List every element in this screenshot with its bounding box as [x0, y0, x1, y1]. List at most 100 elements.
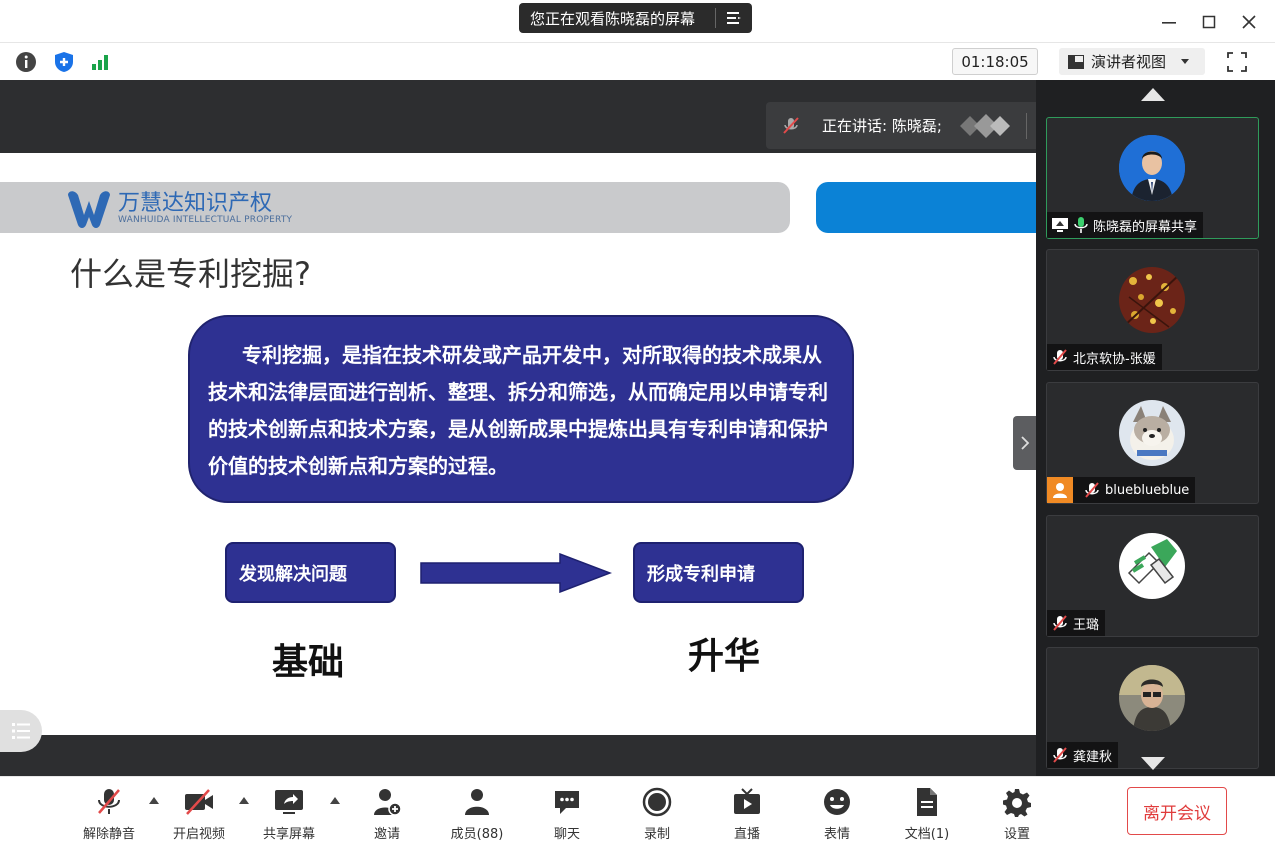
reaction-label: 表情 — [823, 827, 850, 842]
participant-tile[interactable]: 龚建秋 — [1046, 647, 1259, 769]
shared-screen: 万慧达知识产权 WANHUIDA INTELLECTUAL PROPERTY 什… — [0, 80, 1036, 776]
chat-button[interactable]: 聊天 — [532, 785, 602, 842]
logo-en-text: WANHUIDA INTELLECTUAL PROPERTY — [118, 215, 293, 225]
mic-muted-icon — [1053, 747, 1067, 763]
label-elevation: 升华 — [688, 635, 761, 677]
participant-nametag: 陈晓磊的屏幕共享 — [1047, 212, 1204, 238]
invite-label: 邀请 — [373, 827, 400, 842]
docs-button[interactable]: 文档(1) — [892, 785, 962, 842]
participant-name: 北京软协-张媛 — [1073, 351, 1156, 367]
reaction-button[interactable]: 表情 — [802, 785, 872, 842]
participant-tile[interactable]: blueblueblue — [1046, 382, 1259, 504]
close-button[interactable] — [1235, 8, 1263, 36]
record-button[interactable]: 录制 — [622, 785, 692, 842]
video-options-caret[interactable] — [239, 797, 249, 804]
participant-name: 陈晓磊的屏幕共享 — [1093, 219, 1198, 235]
list-icon — [12, 723, 30, 739]
docs-label: 文档(1) — [904, 827, 950, 842]
speaker-view-icon — [1068, 54, 1084, 69]
share-screen-button[interactable]: 共享屏幕 — [254, 785, 324, 842]
participant-panel: 陈晓磊的屏幕共享 北京软协-张媛 blueblueblue 王璐 龚建秋 — [1036, 80, 1275, 776]
meeting-timer: 01:18:05 — [952, 48, 1038, 75]
window-title-bar: 您正在观看陈晓磊的屏幕 — [0, 0, 1275, 42]
participant-nametag: 王璐 — [1047, 610, 1106, 636]
audio-options-caret[interactable] — [149, 797, 159, 804]
share-options-caret[interactable] — [330, 797, 340, 804]
screen-share-notice-text: 您正在观看陈晓磊的屏幕 — [530, 9, 696, 28]
mic-muted-icon — [1053, 615, 1067, 631]
unmute-button[interactable]: 解除静音 — [74, 785, 144, 842]
avatar — [1119, 400, 1185, 466]
right-arrow-icon — [420, 553, 612, 593]
participant-name: blueblueblue — [1105, 482, 1190, 498]
scroll-up-icon[interactable] — [1140, 86, 1166, 102]
members-label: 成员(88) — [450, 827, 504, 842]
invite-button[interactable]: 邀请 — [352, 785, 422, 842]
add-user-icon — [370, 785, 404, 819]
live-tv-icon — [730, 785, 764, 819]
settings-label: 设置 — [1003, 827, 1030, 842]
view-mode-dropdown[interactable]: 演讲者视图 — [1059, 48, 1205, 75]
start-video-label: 开启视频 — [172, 827, 225, 842]
gear-icon — [1000, 785, 1034, 819]
screen-share-icon — [1052, 218, 1068, 232]
presentation-slide: 万慧达知识产权 WANHUIDA INTELLECTUAL PROPERTY 什… — [0, 153, 1036, 752]
step-apply-box: 形成专利申请 — [633, 542, 804, 603]
scroll-down-icon[interactable] — [1140, 756, 1166, 772]
participant-name: 龚建秋 — [1073, 749, 1113, 765]
participant-name: 王璐 — [1073, 617, 1100, 633]
screen-share-icon — [272, 785, 306, 819]
members-button[interactable]: 成员(88) — [442, 785, 512, 842]
mic-muted-icon — [1053, 349, 1067, 365]
mic-muted-icon — [92, 785, 126, 819]
mic-muted-icon — [783, 116, 799, 134]
leave-meeting-button[interactable]: 离开会议 — [1127, 787, 1227, 835]
share-screen-label: 共享屏幕 — [262, 827, 315, 842]
divider — [1025, 112, 1027, 139]
start-video-button[interactable]: 开启视频 — [164, 785, 234, 842]
live-button[interactable]: 直播 — [712, 785, 782, 842]
meeting-controls-bar: 解除静音 开启视频 共享屏幕 邀请 成员(88) 聊天 录制 直播 表情 文档(… — [0, 776, 1275, 855]
avatar — [1119, 135, 1185, 201]
speaking-label: 正在讲话: 陈晓磊; — [822, 117, 942, 135]
avatar — [1119, 533, 1185, 599]
record-label: 录制 — [643, 827, 670, 842]
share-menu-icon[interactable] — [716, 11, 752, 25]
speaking-indicator: 正在讲话: 陈晓磊; — [766, 102, 1036, 149]
collapse-panel-button[interactable] — [1013, 416, 1036, 470]
slide-toc-button[interactable] — [0, 710, 42, 752]
chat-label: 聊天 — [553, 827, 580, 842]
definition-box: 专利挖掘，是指在技术研发或产品开发中，对所取得的技术成果从技术和法律层面进行剖析… — [188, 315, 854, 503]
shield-icon[interactable] — [52, 50, 76, 74]
mic-muted-icon — [1085, 482, 1099, 498]
document-icon — [910, 785, 944, 819]
participant-tile[interactable]: 陈晓磊的屏幕共享 — [1046, 117, 1259, 239]
settings-button[interactable]: 设置 — [982, 785, 1052, 842]
slide-header-accent — [816, 182, 1036, 233]
participant-nametag: blueblueblue — [1047, 477, 1196, 503]
participant-nametag: 龚建秋 — [1047, 742, 1119, 768]
user-icon — [1047, 477, 1073, 503]
company-logo: 万慧达知识产权 WANHUIDA INTELLECTUAL PROPERTY — [66, 189, 292, 229]
fullscreen-icon[interactable] — [1226, 51, 1248, 73]
signal-icon[interactable] — [88, 50, 112, 74]
meeting-info-bar: 01:18:05 演讲者视图 — [0, 42, 1275, 80]
unmute-label: 解除静音 — [82, 827, 135, 842]
participant-tile[interactable]: 王璐 — [1046, 515, 1259, 637]
record-icon — [640, 785, 674, 819]
members-icon — [460, 785, 494, 819]
step-discover-box: 发现解决问题 — [225, 542, 396, 603]
participant-tile[interactable]: 北京软协-张媛 — [1046, 249, 1259, 371]
wanhuida-logo-icon — [68, 191, 110, 228]
maximize-button[interactable] — [1195, 8, 1223, 36]
avatar — [1119, 267, 1185, 333]
minimize-button[interactable] — [1155, 8, 1183, 36]
slide-title: 什么是专利挖掘? — [70, 255, 311, 293]
screen-share-notice[interactable]: 您正在观看陈晓磊的屏幕 — [519, 3, 752, 33]
participant-nametag: 北京软协-张媛 — [1047, 344, 1162, 370]
avatar — [1119, 665, 1185, 731]
chevron-down-icon — [1181, 58, 1190, 64]
camera-off-icon — [182, 785, 216, 819]
live-label: 直播 — [733, 827, 760, 842]
info-icon[interactable] — [14, 50, 38, 74]
